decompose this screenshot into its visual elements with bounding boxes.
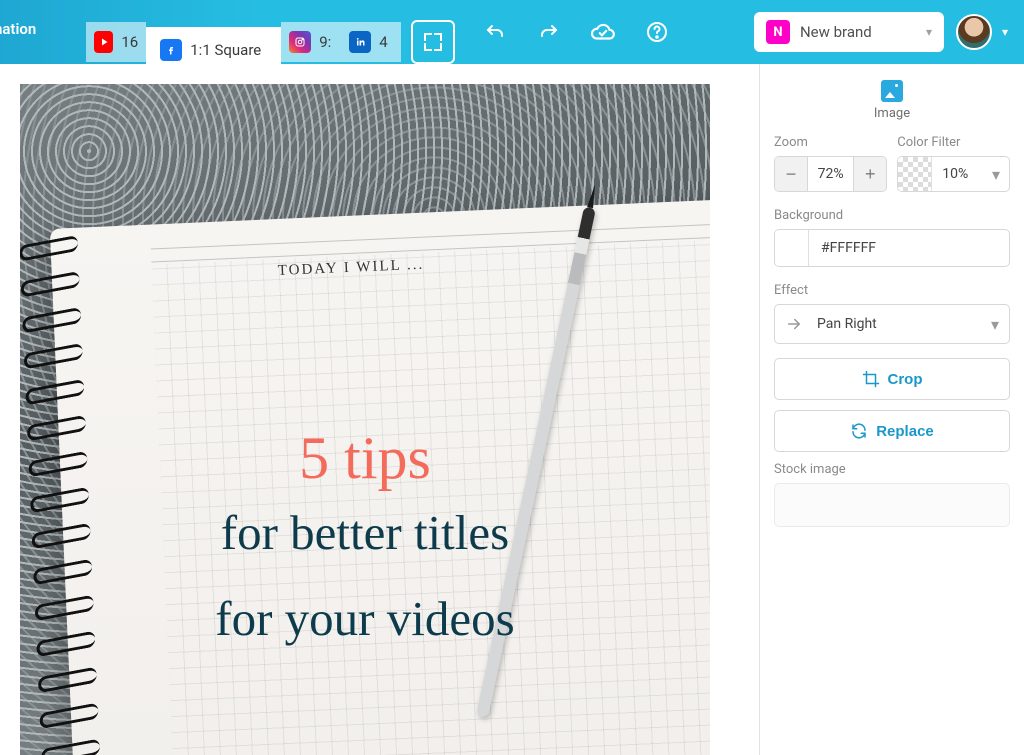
image-icon	[881, 80, 903, 102]
panel-title: Image	[774, 106, 1010, 121]
tab-linkedin[interactable]: 4	[341, 22, 401, 62]
tab-linkedin-label: 4	[379, 33, 387, 51]
canvas-image[interactable]: TODAY I WILL ... 5 tips for better title…	[20, 84, 710, 755]
color-filter-value: 10%	[932, 157, 983, 191]
user-avatar[interactable]	[956, 14, 992, 50]
canvas-text-line1[interactable]: 5 tips	[299, 424, 431, 493]
zoom-out-button[interactable]: −	[775, 157, 807, 191]
background-swatch	[775, 230, 809, 266]
canvas-text-line3[interactable]: for your videos	[65, 590, 665, 647]
tab-instagram-label: 9:	[319, 33, 331, 51]
top-bar: nation 16 1:1 Square 9: 4	[0, 0, 1024, 64]
tab-facebook-label: 1:1 Square	[190, 41, 261, 59]
undo-button[interactable]	[481, 18, 509, 46]
panel-header: Image	[774, 80, 1010, 121]
canvas[interactable]: TODAY I WILL ... 5 tips for better title…	[20, 84, 710, 755]
tab-youtube[interactable]: 16	[86, 22, 146, 62]
aspect-ratio-button[interactable]	[411, 20, 455, 64]
canvas-area[interactable]: TODAY I WILL ... 5 tips for better title…	[0, 64, 760, 755]
inspector-panel: Image Zoom − 72% + Color Filter 10% ▾	[760, 64, 1024, 755]
format-tabs: 16 1:1 Square 9: 4	[86, 0, 455, 64]
chevron-down-icon: ▾	[983, 157, 1009, 191]
transparent-swatch-icon	[898, 157, 932, 191]
redo-button[interactable]	[535, 18, 563, 46]
zoom-stepper: − 72% +	[774, 156, 887, 192]
color-filter-control[interactable]: 10% ▾	[897, 156, 1010, 192]
background-value: #FFFFFF	[809, 230, 1009, 266]
canvas-text-line2[interactable]: for better titles	[65, 504, 665, 561]
crop-button-label: Crop	[888, 371, 923, 388]
notebook-heading: TODAY I WILL ...	[277, 257, 424, 280]
zoom-value[interactable]: 72%	[807, 157, 854, 191]
color-filter-label: Color Filter	[897, 135, 1010, 150]
brand-name: New brand	[800, 23, 916, 41]
background-label: Background	[774, 208, 1010, 223]
chevron-down-icon: ▾	[991, 315, 999, 334]
instagram-icon	[289, 31, 311, 53]
background-control[interactable]: #FFFFFF	[774, 229, 1010, 267]
tab-instagram[interactable]: 9:	[281, 22, 341, 62]
linkedin-icon	[349, 31, 371, 53]
stock-image-label: Stock image	[774, 462, 1010, 477]
toolbar-center	[481, 18, 671, 46]
nav-fragment: nation	[0, 20, 36, 38]
replace-button-label: Replace	[876, 423, 934, 440]
effect-label: Effect	[774, 283, 1010, 298]
tab-youtube-label: 16	[121, 33, 138, 51]
zoom-label: Zoom	[774, 135, 887, 150]
user-menu-caret[interactable]: ▾	[1002, 25, 1008, 39]
main-area: TODAY I WILL ... 5 tips for better title…	[0, 64, 1024, 755]
arrow-right-icon	[785, 315, 807, 333]
toolbar-right: N New brand ▾ ▾	[754, 12, 1008, 52]
brand-badge: N	[766, 20, 790, 44]
brand-select[interactable]: N New brand ▾	[754, 12, 944, 52]
crop-button[interactable]: Crop	[774, 358, 1010, 400]
aspect-icon	[424, 33, 442, 51]
effect-select[interactable]: Pan Right ▾	[774, 304, 1010, 344]
facebook-icon	[160, 39, 182, 61]
effect-value: Pan Right	[817, 316, 991, 332]
stock-image-input[interactable]	[774, 483, 1010, 527]
zoom-in-button[interactable]: +	[854, 157, 886, 191]
youtube-icon	[94, 31, 113, 53]
chevron-down-icon: ▾	[926, 25, 932, 39]
cloud-save-button[interactable]	[589, 18, 617, 46]
replace-button[interactable]: Replace	[774, 410, 1010, 452]
help-button[interactable]	[643, 18, 671, 46]
